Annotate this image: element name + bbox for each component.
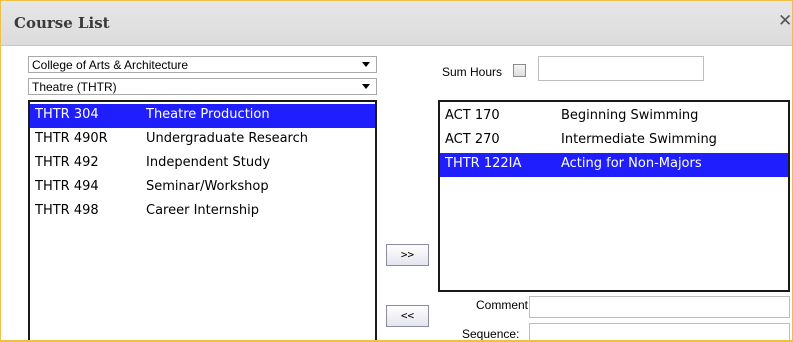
course-code: THTR 492: [35, 155, 99, 170]
college-select-value: College of Arts & Architecture: [32, 58, 189, 72]
remove-course-button[interactable]: <<: [386, 305, 429, 327]
list-item[interactable]: THTR 490R Undergraduate Research: [30, 128, 375, 152]
course-code: ACT 170: [445, 108, 500, 123]
course-code: THTR 498: [35, 203, 99, 218]
comment-label: Comment:: [476, 298, 532, 312]
course-name: Theatre Production: [146, 107, 270, 122]
list-item[interactable]: THTR 492 Independent Study: [30, 152, 375, 176]
list-item[interactable]: THTR 304 Theatre Production: [30, 104, 375, 128]
sum-hours-label: Sum Hours: [442, 65, 503, 79]
list-item[interactable]: THTR 498 Career Internship: [30, 200, 375, 224]
sum-hours-checkbox[interactable]: [513, 64, 526, 77]
department-select-value: Theatre (THTR): [32, 80, 117, 94]
course-name: Acting for Non-Majors: [561, 156, 702, 171]
course-name: Beginning Swimming: [561, 108, 699, 123]
sequence-input[interactable]: [529, 323, 790, 340]
course-name: Seminar/Workshop: [146, 179, 269, 194]
chevron-down-icon: [362, 62, 370, 67]
department-select[interactable]: Theatre (THTR): [28, 78, 377, 95]
list-item[interactable]: ACT 170 Beginning Swimming: [440, 105, 788, 129]
course-name: Intermediate Swimming: [561, 132, 717, 147]
course-code: THTR 122IA: [445, 156, 522, 171]
course-code: THTR 490R: [35, 131, 108, 146]
course-name: Undergraduate Research: [146, 131, 308, 146]
list-item[interactable]: THTR 494 Seminar/Workshop: [30, 176, 375, 200]
add-course-button[interactable]: >>: [386, 244, 429, 266]
comment-input[interactable]: [529, 296, 790, 318]
course-name: Career Internship: [146, 203, 259, 218]
close-icon[interactable]: ✕: [778, 11, 792, 31]
sum-hours-input[interactable]: [538, 56, 704, 81]
course-list-dialog: Course List ✕ College of Arts & Architec…: [0, 0, 793, 342]
sequence-label: Sequence:: [462, 327, 520, 341]
list-item[interactable]: ACT 270 Intermediate Swimming: [440, 129, 788, 153]
course-code: ACT 270: [445, 132, 500, 147]
course-code: THTR 304: [35, 107, 99, 122]
dialog-titlebar: Course List ✕: [1, 1, 792, 46]
course-code: THTR 494: [35, 179, 99, 194]
chevron-down-icon: [362, 84, 370, 89]
chosen-courses-list[interactable]: ACT 170 Beginning Swimming ACT 270 Inter…: [438, 100, 790, 292]
dialog-title: Course List: [14, 14, 110, 32]
college-select[interactable]: College of Arts & Architecture: [28, 56, 377, 73]
list-item[interactable]: THTR 122IA Acting for Non-Majors: [440, 153, 788, 177]
available-courses-list[interactable]: THTR 304 Theatre Production THTR 490R Un…: [28, 100, 377, 340]
course-name: Independent Study: [146, 155, 271, 170]
